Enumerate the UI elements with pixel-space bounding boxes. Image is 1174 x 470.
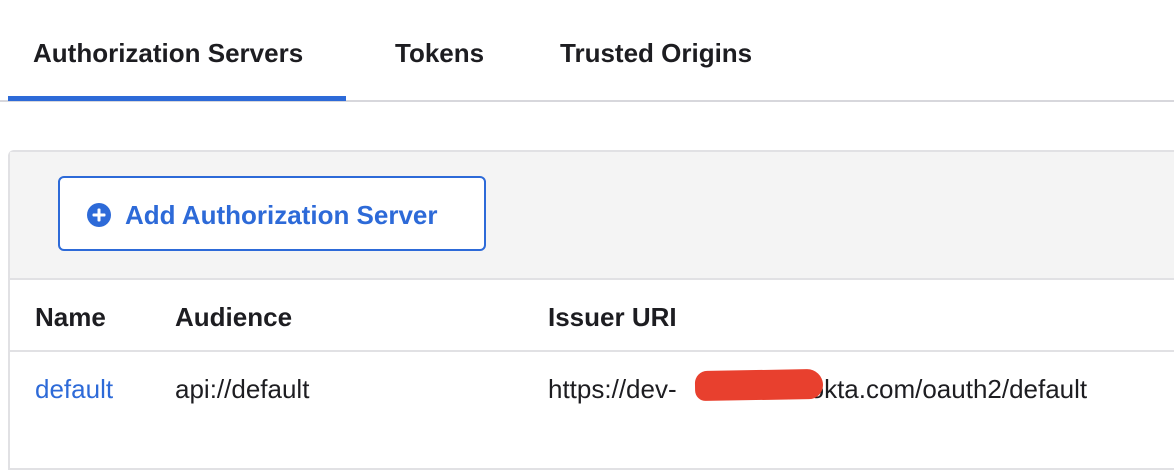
tab-authorization-servers[interactable]: Authorization Servers	[33, 38, 303, 69]
column-header-name[interactable]: Name	[35, 302, 106, 333]
plus-circle-icon	[87, 203, 111, 227]
column-header-audience[interactable]: Audience	[175, 302, 292, 333]
issuer-uri-suffix: okta.com/oauth2/default	[809, 374, 1088, 404]
add-authorization-server-label: Add Authorization Server	[125, 200, 438, 230]
column-header-issuer-uri[interactable]: Issuer URI	[548, 302, 677, 333]
redaction-mark	[694, 368, 824, 402]
issuer-uri-prefix: https://dev-	[548, 374, 677, 404]
authorization-servers-panel: Add Authorization Server Name Audience I…	[8, 150, 1174, 470]
header-row-divider	[10, 350, 1174, 352]
add-authorization-server-button[interactable]: Add Authorization Server	[58, 176, 486, 251]
server-audience: api://default	[175, 374, 310, 404]
tab-bar: Authorization Servers Tokens Trusted Ori…	[0, 0, 1174, 102]
toolbar: Add Authorization Server	[10, 152, 1174, 280]
active-tab-indicator	[8, 96, 346, 101]
tab-trusted-origins[interactable]: Trusted Origins	[560, 38, 752, 69]
tab-tokens[interactable]: Tokens	[395, 38, 484, 69]
server-name-link[interactable]: default	[35, 374, 113, 405]
